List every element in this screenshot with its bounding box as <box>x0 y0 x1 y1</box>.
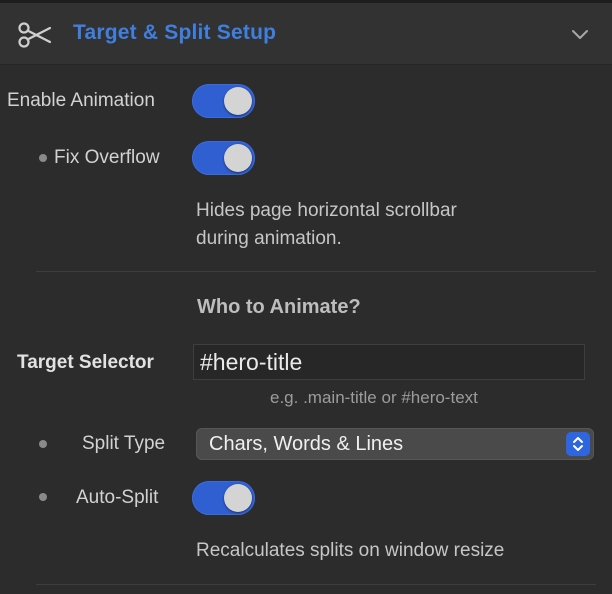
bullet-icon <box>39 493 47 501</box>
enable-animation-toggle[interactable] <box>192 84 255 118</box>
split-type-select[interactable]: Chars, Words & Lines <box>196 428 594 460</box>
toggle-knob <box>224 144 252 172</box>
fix-overflow-help-line2: during animation. <box>196 228 342 249</box>
auto-split-label: Auto-Split <box>76 487 159 508</box>
toggle-knob <box>224 87 252 115</box>
chevron-down-icon[interactable] <box>570 27 590 41</box>
divider <box>36 271 596 272</box>
auto-split-help: Recalculates splits on window resize <box>196 540 505 561</box>
bullet-icon <box>39 154 47 162</box>
target-selector-example: e.g. .main-title or #hero-text <box>270 388 478 407</box>
split-type-label: Split Type <box>82 433 166 454</box>
section-title-text: Target & Split Setup <box>73 21 277 44</box>
bullet-icon <box>39 440 47 448</box>
target-selector-label: Target Selector <box>17 352 154 373</box>
split-type-value: Chars, Words & Lines <box>209 433 404 455</box>
fix-overflow-toggle[interactable] <box>192 141 255 175</box>
subsection-title: Who to Animate? <box>197 296 361 318</box>
auto-split-toggle[interactable] <box>192 481 255 515</box>
toggle-knob <box>224 484 252 512</box>
settings-panel: Target & Split Setup Enable Animation Fi… <box>0 0 612 594</box>
scissors-icon <box>18 22 52 48</box>
section-header[interactable]: Target & Split Setup <box>0 3 612 65</box>
fix-overflow-label: Fix Overflow <box>54 147 160 168</box>
enable-animation-label: Enable Animation <box>7 90 155 111</box>
fix-overflow-help-line1: Hides page horizontal scrollbar <box>196 200 457 221</box>
divider <box>36 584 596 585</box>
select-stepper-icon <box>566 432 590 456</box>
target-selector-input[interactable] <box>193 344 585 380</box>
